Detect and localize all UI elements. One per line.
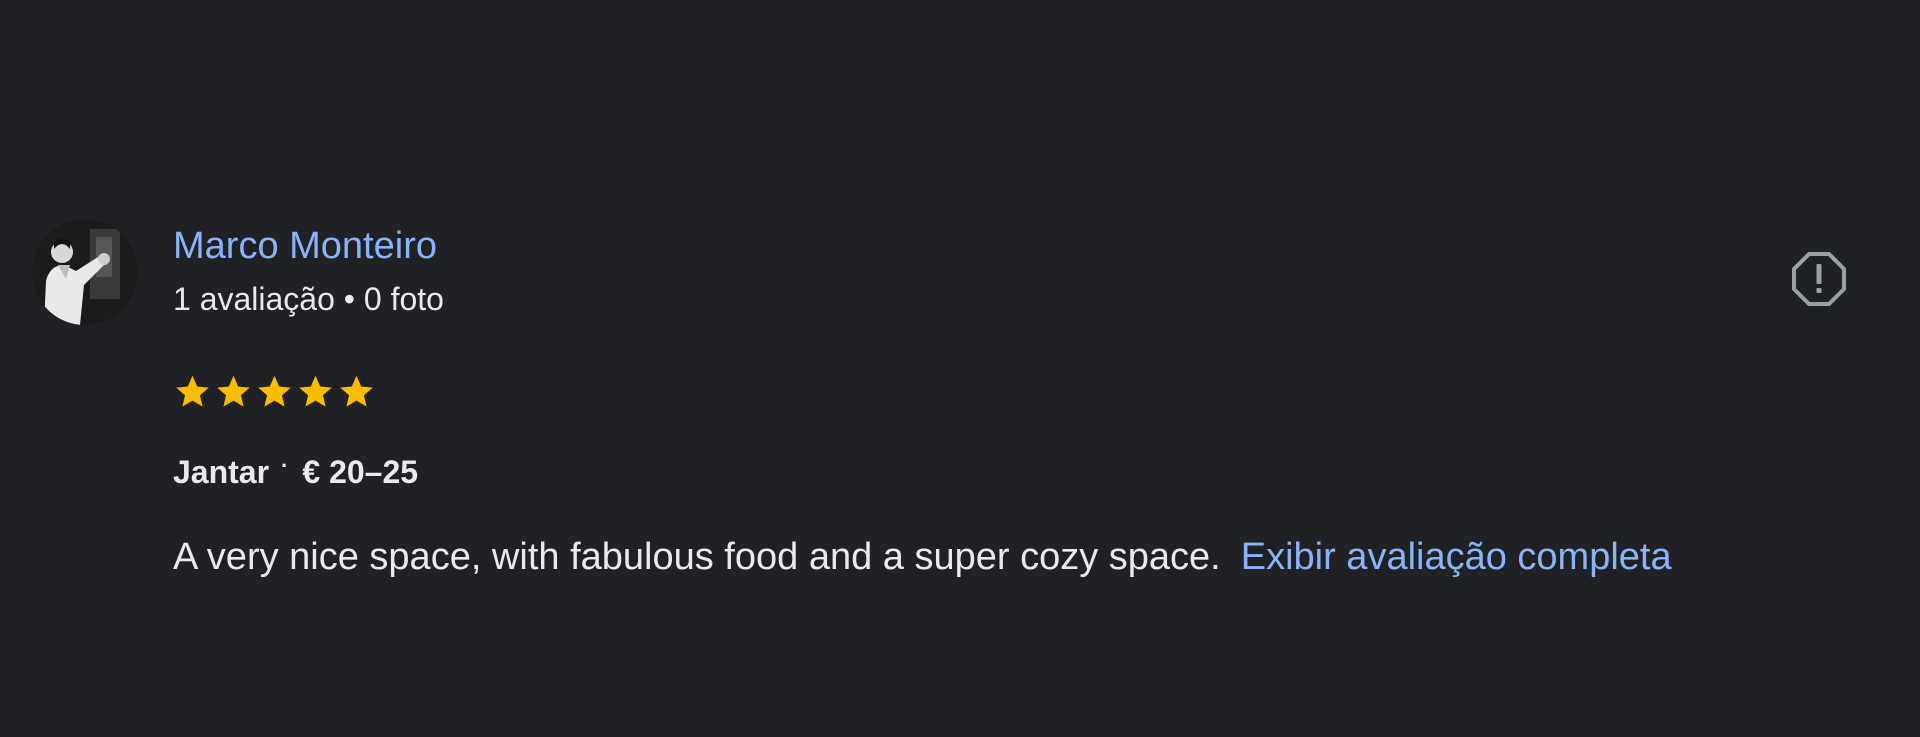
reviewer-avatar[interactable] (32, 219, 138, 325)
review-text: A very nice space, with fabulous food an… (173, 534, 1672, 580)
star-icon (258, 375, 291, 407)
star-icon (299, 375, 332, 407)
expand-review-link[interactable]: Exibir avaliação completa (1241, 536, 1672, 578)
report-alert-icon (1792, 252, 1846, 306)
meal-separator: · (281, 453, 289, 478)
star-icon (217, 375, 250, 407)
review-body: A very nice space, with fabulous food an… (173, 536, 1221, 578)
meal-price: € 20–25 (302, 454, 419, 490)
meal-type: Jantar (173, 454, 270, 490)
star-icon (176, 375, 209, 407)
meal-info: Jantar · € 20–25 (173, 451, 418, 497)
reviewer-stats: 1 avaliação • 0 foto (173, 281, 444, 317)
star-rating (173, 372, 376, 424)
star-icon (340, 375, 373, 407)
review-card: Marco Monteiro 1 avaliação • 0 foto Jant… (0, 0, 1920, 737)
report-review-button[interactable] (1790, 250, 1848, 308)
reviewer-name-link[interactable]: Marco Monteiro (173, 222, 437, 270)
avatar-photo-icon (32, 219, 138, 325)
